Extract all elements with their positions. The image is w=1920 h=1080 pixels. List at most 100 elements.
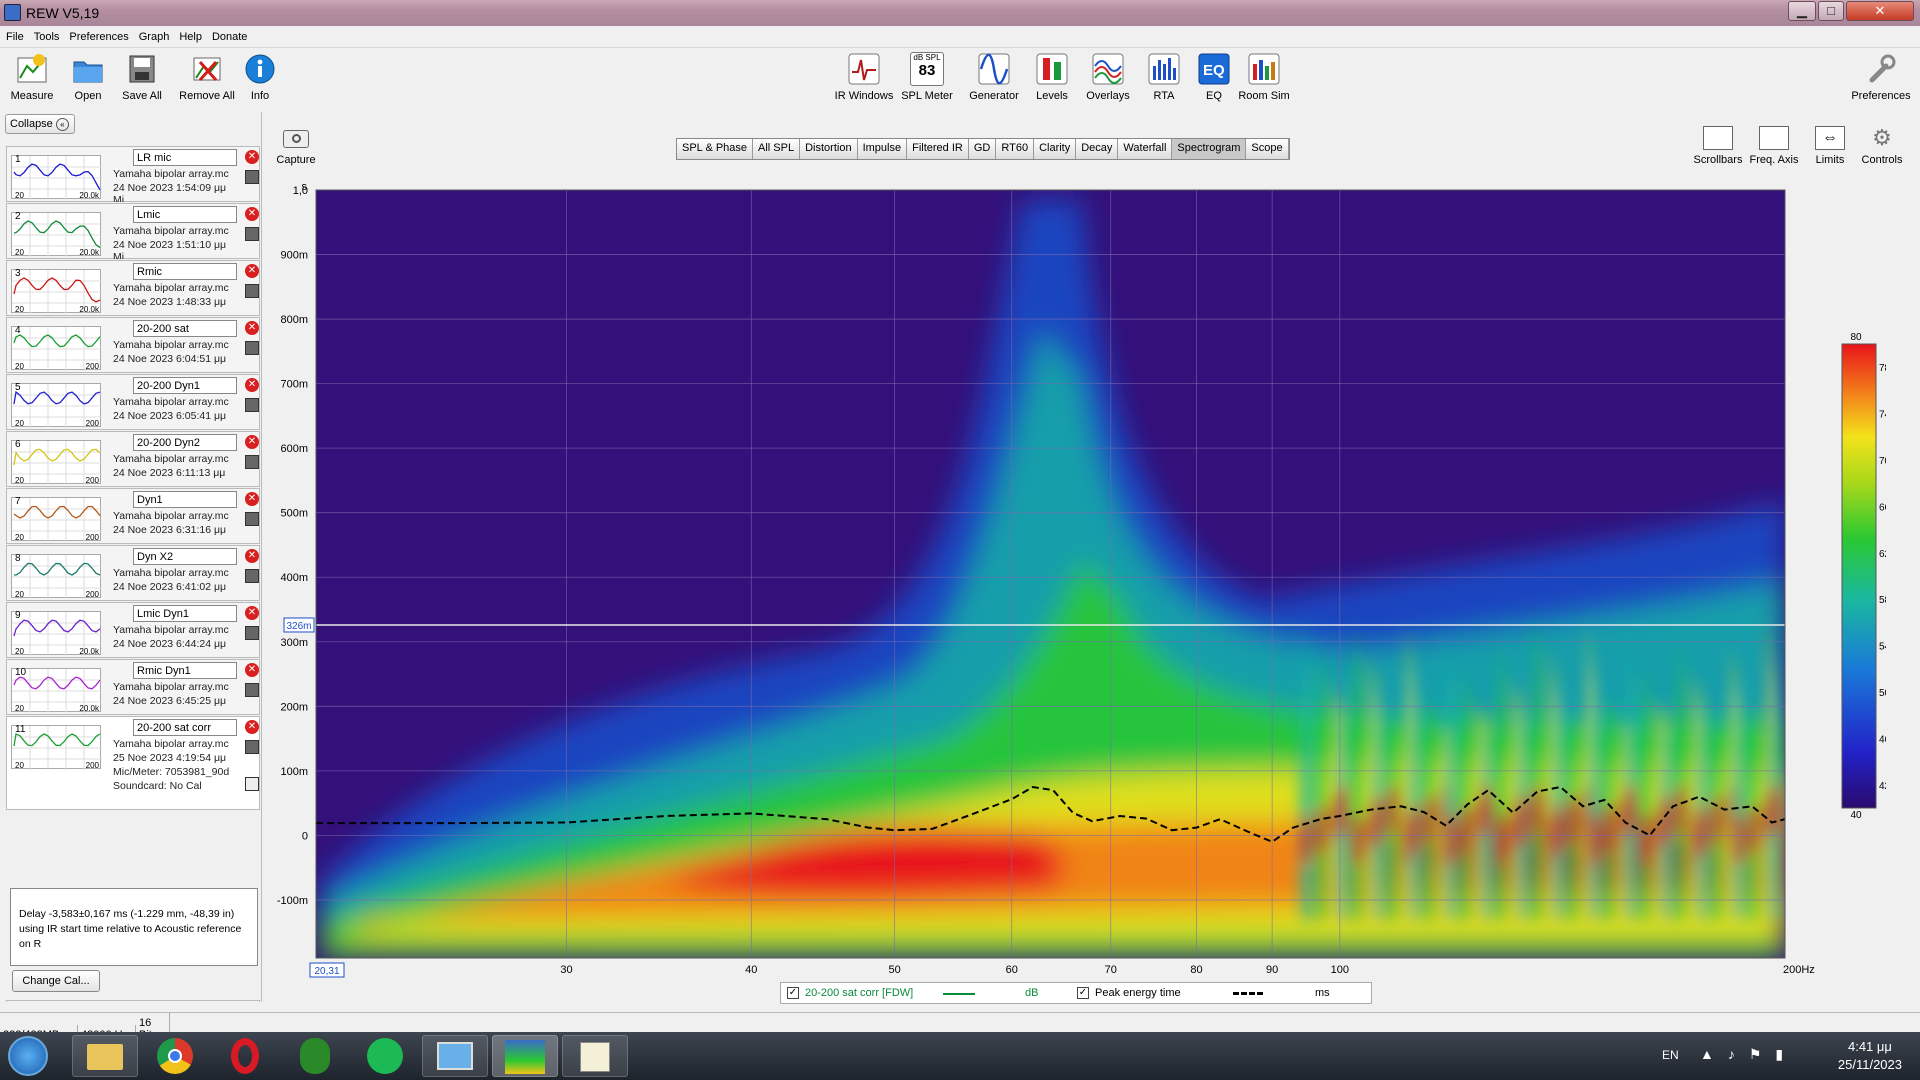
measurement-name-field[interactable]: Dyn X2 [133,548,237,565]
spectrogram-graph[interactable]: 1,0 900m 800m 700m 600m 500m 400m 300m 200m 100m 0… [262,180,1838,980]
measurement-card[interactable]: 20 200 7 Dyn1 ✕ Yamaha bipolar array.mc 24 Noe… [6,488,260,544]
measurement-name-field[interactable]: 20-200 sat [133,320,237,337]
measurement-card[interactable]: 20 200 11 20-200 sat corr ✕ Yamaha bipolar ar… [6,716,260,810]
measurement-thumbnail[interactable]: 20 200 [11,440,102,485]
tab-spectrogram[interactable]: Spectrogram [1172,139,1247,159]
edit-measurement-icon[interactable] [245,569,259,583]
limits-button[interactable]: ⇔ Limits [1802,126,1858,166]
tab-all-spl[interactable]: All SPL [753,139,801,159]
measurement-name-field[interactable]: 20-200 sat corr [133,719,237,736]
spectrogram-svg[interactable]: 1,0900m800m700m600m500m400m300m200m100m0… [262,180,1838,980]
measurement-name-field[interactable]: Rmic [133,263,237,280]
windows-start-icon[interactable] [8,1036,48,1076]
remove-measurement-icon[interactable]: ✕ [245,264,259,278]
edit-measurement-icon[interactable] [245,398,259,412]
close-window-button[interactable]: ✕ [1846,1,1914,21]
remove-measurement-icon[interactable]: ✕ [245,606,259,620]
file-explorer-icon[interactable] [72,1035,138,1077]
remove-measurement-icon[interactable]: ✕ [245,378,259,392]
chrome-icon[interactable] [142,1035,208,1077]
measurement-name-field[interactable]: 20-200 Dyn2 [133,434,237,451]
tab-impulse[interactable]: Impulse [857,139,908,159]
measurement-card[interactable]: 20 20.0k 3 Rmic ✕ Yamaha bipolar array.mc 24 N… [6,260,260,316]
measurement-thumbnail[interactable]: 20 20.0k [11,269,102,314]
edit-measurement-icon[interactable] [245,626,259,640]
legend-checkbox-measurement[interactable]: ✓ [787,987,799,999]
remove-measurement-icon[interactable]: ✕ [245,663,259,677]
overlays-button[interactable]: Overlays [1078,52,1138,102]
spl-meter-button[interactable]: dB SPL 83 SPL Meter [897,52,957,102]
hesuvi-icon[interactable] [282,1035,348,1077]
tab-scope[interactable]: Scope [1246,139,1289,159]
network-icon[interactable]: ▮ [1775,1046,1797,1062]
tab-decay[interactable]: Decay [1076,139,1119,159]
change-cal-button[interactable]: Change Cal... [12,970,100,992]
remote-desktop-icon[interactable] [422,1035,488,1077]
levels-button[interactable]: Levels [1022,52,1082,102]
edit-measurement-icon[interactable] [245,284,259,298]
system-clock[interactable]: 4:41 μμ 25/11/2023 [1838,1038,1902,1074]
ir-windows-button[interactable]: IR Windows [834,52,894,102]
tab-clarity[interactable]: Clarity [1034,139,1077,159]
rew-icon[interactable] [492,1035,558,1077]
measurement-thumbnail[interactable]: 20 200 [11,497,102,542]
measurement-card[interactable]: 20 20.0k 2 Lmic ✕ Yamaha bipolar array.mc 24 N… [6,203,260,259]
volume-icon[interactable]: ♪ [1728,1046,1749,1062]
scrollbars-button[interactable]: Scrollbars [1690,126,1746,166]
remove-measurement-icon[interactable]: ✕ [245,492,259,506]
preferences-button[interactable]: Preferences [1846,52,1916,102]
remove-measurement-icon[interactable]: ✕ [245,150,259,164]
measurement-name-field[interactable]: LR mic [133,149,237,166]
menu-help[interactable]: Help [173,26,206,43]
edit-measurement-icon[interactable] [245,227,259,241]
measurement-card[interactable]: 20 200 5 20-200 Dyn1 ✕ Yamaha bipolar array.m… [6,374,260,430]
mic-cal-icon[interactable] [245,777,259,791]
tab-rt60[interactable]: RT60 [996,139,1035,159]
freq-axis-button[interactable]: Freq. Axis [1746,126,1802,166]
capture-button[interactable]: Capture [272,126,320,166]
edit-measurement-icon[interactable] [245,455,259,469]
tab-spl-phase[interactable]: SPL & Phase [677,139,754,159]
measurement-thumbnail[interactable]: 20 200 [11,326,102,371]
measure-button[interactable]: Measure [2,52,62,102]
measurement-thumbnail[interactable]: 20 20.0k [11,212,102,257]
remove-measurement-icon[interactable]: ✕ [245,321,259,335]
notepad-icon[interactable] [562,1035,628,1077]
info-button[interactable]: Info [230,52,290,102]
collapse-button[interactable]: Collapse « [5,114,75,134]
legend-checkbox-peak-energy[interactable]: ✓ [1077,987,1089,999]
spotify-icon[interactable] [352,1035,418,1077]
measurement-card[interactable]: 20 200 8 Dyn X2 ✕ Yamaha bipolar array.mc 24 N… [6,545,260,601]
measurement-thumbnail[interactable]: 20 20.0k [11,155,102,200]
menu-preferences[interactable]: Preferences [63,26,132,43]
remove-all-button[interactable]: Remove All [177,52,237,102]
edit-measurement-icon[interactable] [245,170,259,184]
room-sim-button[interactable]: Room Sim [1234,52,1294,102]
measurement-name-field[interactable]: Lmic [133,206,237,223]
remove-measurement-icon[interactable]: ✕ [245,720,259,734]
save-all-button[interactable]: Save All [112,52,172,102]
measurement-name-field[interactable]: Rmic Dyn1 [133,662,237,679]
opera-icon[interactable] [212,1035,278,1077]
menu-graph[interactable]: Graph [133,26,174,43]
generator-button[interactable]: Generator [964,52,1024,102]
edit-measurement-icon[interactable] [245,512,259,526]
measurement-thumbnail[interactable]: 20 200 [11,554,102,599]
measurement-card[interactable]: 20 200 4 20-200 sat ✕ Yamaha bipolar array.mc… [6,317,260,373]
action-center-flag-icon[interactable]: ⚑ [1749,1046,1776,1062]
edit-measurement-icon[interactable] [245,683,259,697]
measurement-thumbnail[interactable]: 20 200 [11,383,102,428]
remove-measurement-icon[interactable]: ✕ [245,435,259,449]
measurement-thumbnail[interactable]: 20 20.0k [11,611,102,656]
tab-gd[interactable]: GD [968,139,997,159]
menu-file[interactable]: File [0,26,28,43]
minimize-button[interactable]: ▁ [1788,1,1816,21]
measurement-card[interactable]: 20 20.0k 10 Rmic Dyn1 ✕ Yamaha bipolar array.… [6,659,260,715]
measurement-name-field[interactable]: 20-200 Dyn1 [133,377,237,394]
remove-measurement-icon[interactable]: ✕ [245,207,259,221]
measurement-name-field[interactable]: Dyn1 [133,491,237,508]
open-button[interactable]: Open [58,52,118,102]
measurement-card[interactable]: 20 20.0k 1 LR mic ✕ Yamaha bipolar array.mc 24… [6,146,260,202]
language-indicator[interactable]: EN [1662,1048,1679,1062]
maximize-button[interactable]: □ [1818,1,1844,21]
